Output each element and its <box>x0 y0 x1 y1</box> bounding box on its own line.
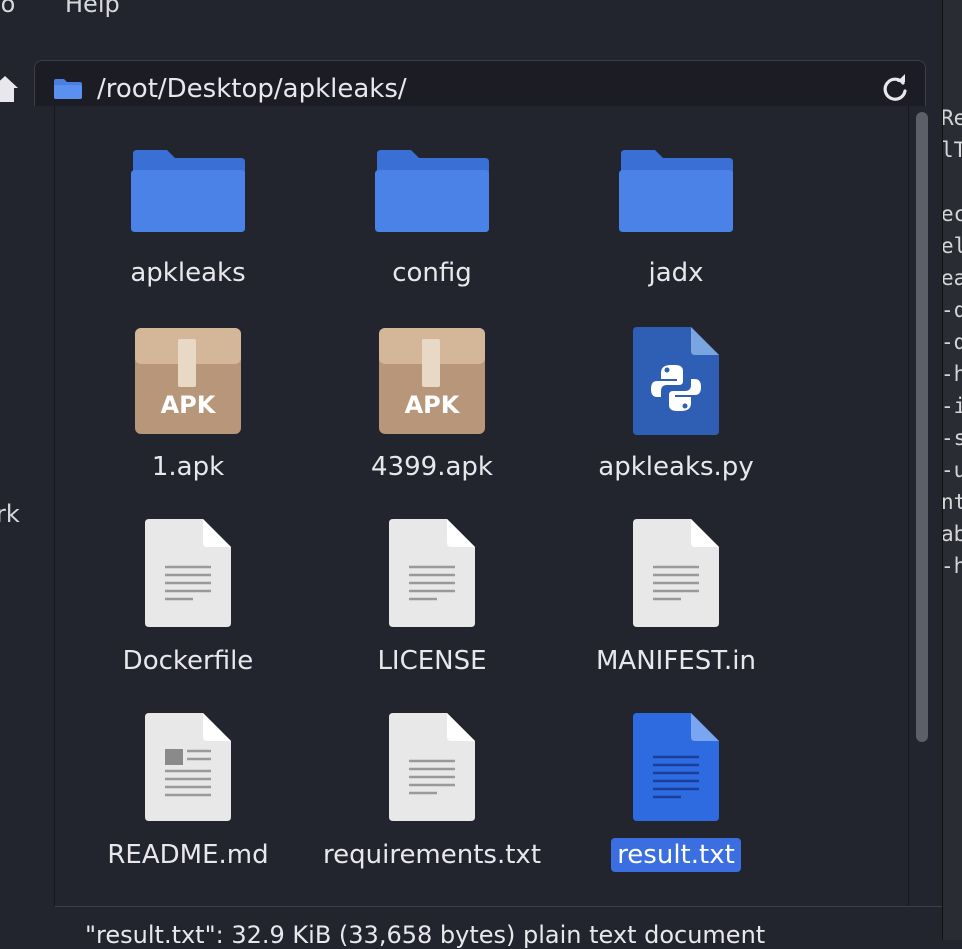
folder-icon[interactable] <box>317 136 547 246</box>
toolbar: /root/Desktop/apkleaks/ <box>0 22 942 118</box>
reload-icon[interactable] <box>879 73 911 109</box>
sidebar-item-label[interactable]: rk <box>0 500 20 528</box>
folder-icon <box>53 78 83 104</box>
scrollbar-thumb[interactable] <box>916 112 928 742</box>
file-name[interactable]: LICENSE <box>317 646 547 676</box>
file-name[interactable]: Dockerfile <box>73 646 303 676</box>
file-name[interactable]: 4399.apk <box>317 452 547 482</box>
file-name[interactable]: MANIFEST.in <box>561 646 791 676</box>
menu-go[interactable]: Go <box>0 0 15 18</box>
terminal-line: ab <box>942 522 962 546</box>
terminal-line: -s <box>942 426 962 450</box>
menu-bar: Go Help <box>0 0 942 22</box>
python-file-icon[interactable] <box>561 326 791 436</box>
file-name[interactable]: README.md <box>73 840 303 870</box>
file-name[interactable]: jadx <box>561 258 791 288</box>
terminal-line: -d <box>942 330 962 354</box>
apk-package-icon[interactable]: APK <box>317 326 547 436</box>
selected-text-file-icon[interactable] <box>561 712 791 822</box>
home-icon[interactable] <box>0 72 18 106</box>
text-file-icon[interactable] <box>561 518 791 628</box>
terminal-line: ec <box>942 202 962 226</box>
terminal-line: lT <box>942 138 962 162</box>
text-file-icon[interactable] <box>73 518 303 628</box>
text-file-icon[interactable] <box>317 518 547 628</box>
text-file-icon[interactable] <box>317 712 547 822</box>
folder-icon[interactable] <box>73 136 303 246</box>
terminal-line: -u <box>942 458 962 482</box>
file-name[interactable]: requirements.txt <box>317 840 547 870</box>
background-terminal-window[interactable]: Re lT ec el ea -q -d -h -i -s -u nt ab -h <box>942 0 962 940</box>
file-grid: apkleaks config jadx APK 1.apk APK 4399.apk apk… <box>55 106 908 906</box>
terminal-line: el <box>942 234 962 258</box>
apk-package-icon[interactable]: APK <box>73 326 303 436</box>
status-bar: "result.txt": 32.9 KiB (33,658 bytes) pl… <box>55 906 942 949</box>
location-path[interactable]: /root/Desktop/apkleaks/ <box>97 74 407 104</box>
svg-text:APK: APK <box>405 391 461 419</box>
terminal-line: Re <box>942 106 962 130</box>
file-name[interactable]: apkleaks.py <box>561 452 791 482</box>
terminal-line: -q <box>942 298 962 322</box>
file-name[interactable]: config <box>317 258 547 288</box>
sidebar: rk <box>0 106 54 940</box>
scrollbar[interactable] <box>908 106 942 906</box>
terminal-line: -h <box>942 362 962 386</box>
svg-text:APK: APK <box>161 391 217 419</box>
file-name[interactable]: apkleaks <box>73 258 303 288</box>
status-text: "result.txt": 32.9 KiB (33,658 bytes) pl… <box>85 921 766 949</box>
terminal-line: -i <box>942 394 962 418</box>
terminal-line: -h <box>942 554 962 578</box>
menu-help[interactable]: Help <box>65 0 120 18</box>
terminal-line: ea <box>942 266 962 290</box>
markdown-file-icon[interactable] <box>73 712 303 822</box>
terminal-line: nt <box>942 490 962 514</box>
file-name[interactable]: result.txt <box>561 838 791 872</box>
folder-icon[interactable] <box>561 136 791 246</box>
file-name[interactable]: 1.apk <box>73 452 303 482</box>
